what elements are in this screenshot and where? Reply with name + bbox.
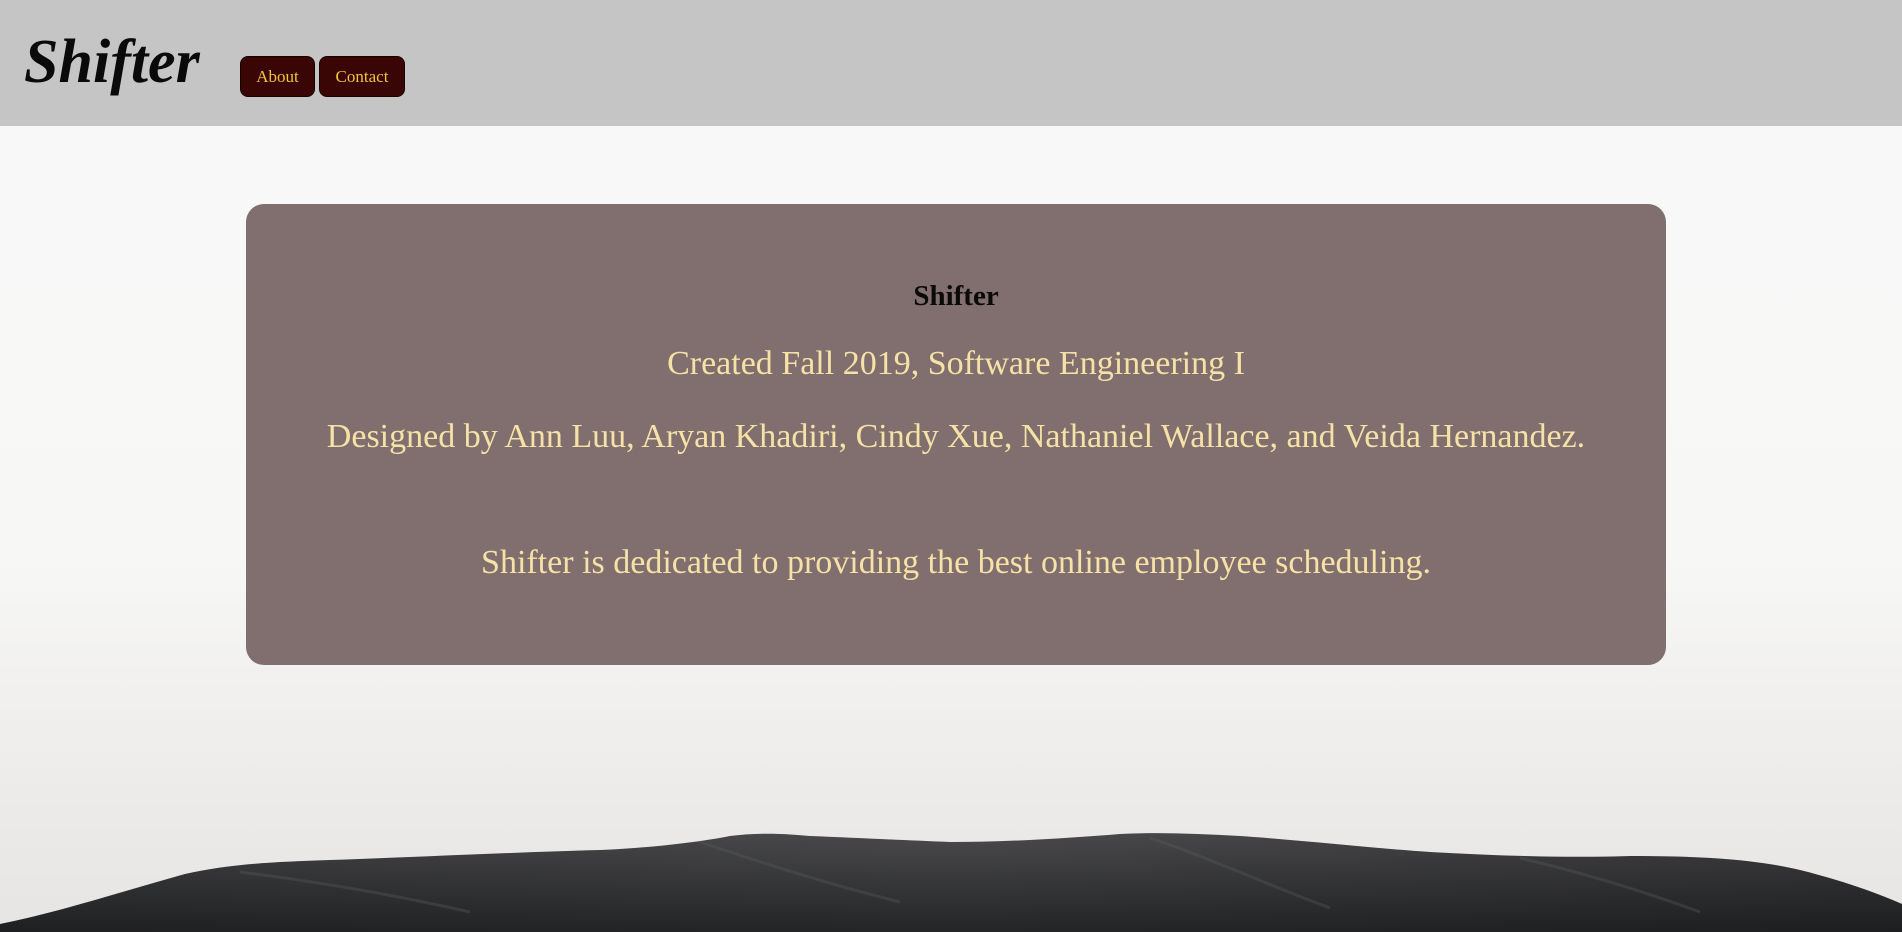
about-button[interactable]: About <box>240 56 315 97</box>
site-header: Shifter About Contact <box>0 0 1902 126</box>
created-text: Created Fall 2019, Software Engineering … <box>667 345 1245 382</box>
about-card: Shifter Created Fall 2019, Software Engi… <box>246 204 1666 665</box>
main-nav: About Contact <box>240 56 405 97</box>
desert-dunes-background <box>0 833 1902 932</box>
brand-logo-text[interactable]: Shifter <box>24 22 200 102</box>
contact-button[interactable]: Contact <box>319 56 405 97</box>
card-title: Shifter <box>913 280 999 312</box>
mission-text: Shifter is dedicated to providing the be… <box>481 544 1431 581</box>
designers-text: Designed by Ann Luu, Aryan Khadiri, Cind… <box>326 418 1586 455</box>
